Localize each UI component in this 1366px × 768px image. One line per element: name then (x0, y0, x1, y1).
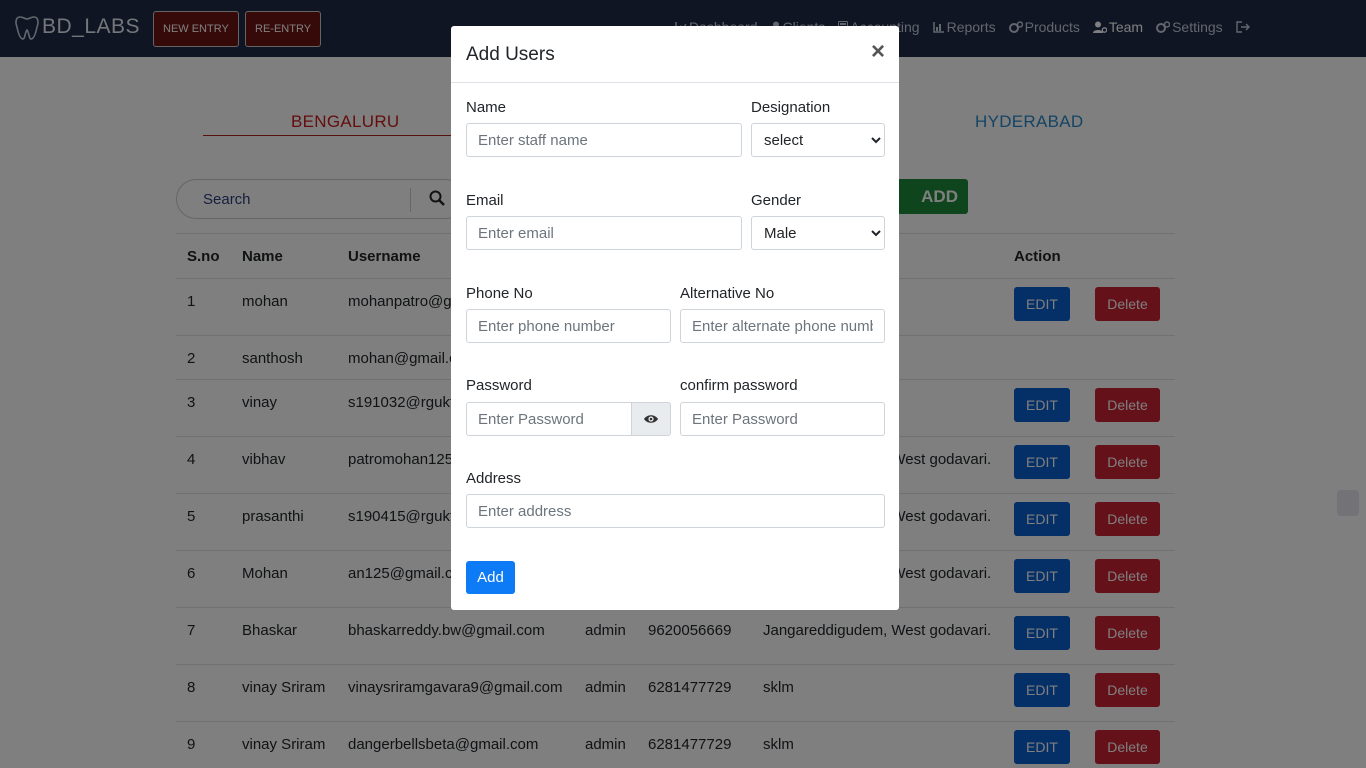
eye-icon (644, 415, 658, 423)
confirm-password-input[interactable] (680, 402, 885, 436)
add-users-modal: Add Users × Name Designation select Emai… (451, 26, 899, 610)
alternative-phone-input[interactable] (680, 309, 885, 343)
name-label: Name (466, 99, 507, 116)
address-input[interactable] (466, 494, 885, 528)
email-input[interactable] (466, 216, 742, 250)
address-label: Address (466, 470, 522, 487)
staff-name-input[interactable] (466, 123, 742, 157)
modal-title: Add Users (466, 44, 555, 65)
designation-label: Designation (751, 99, 831, 116)
alternative-no-label: Alternative No (680, 285, 775, 302)
toggle-password-button[interactable] (631, 402, 671, 436)
add-user-button[interactable]: Add (466, 561, 515, 594)
gender-label: Gender (751, 192, 802, 209)
gender-select[interactable]: Male (751, 216, 885, 250)
modal-header: Add Users × (451, 26, 899, 83)
email-label: Email (466, 192, 504, 209)
designation-select[interactable]: select (751, 123, 885, 157)
phone-label: Phone No (466, 285, 533, 302)
password-label: Password (466, 377, 532, 394)
phone-input[interactable] (466, 309, 671, 343)
close-button[interactable]: × (871, 38, 885, 66)
confirm-password-label: confirm password (680, 377, 798, 394)
password-input[interactable] (466, 402, 632, 436)
